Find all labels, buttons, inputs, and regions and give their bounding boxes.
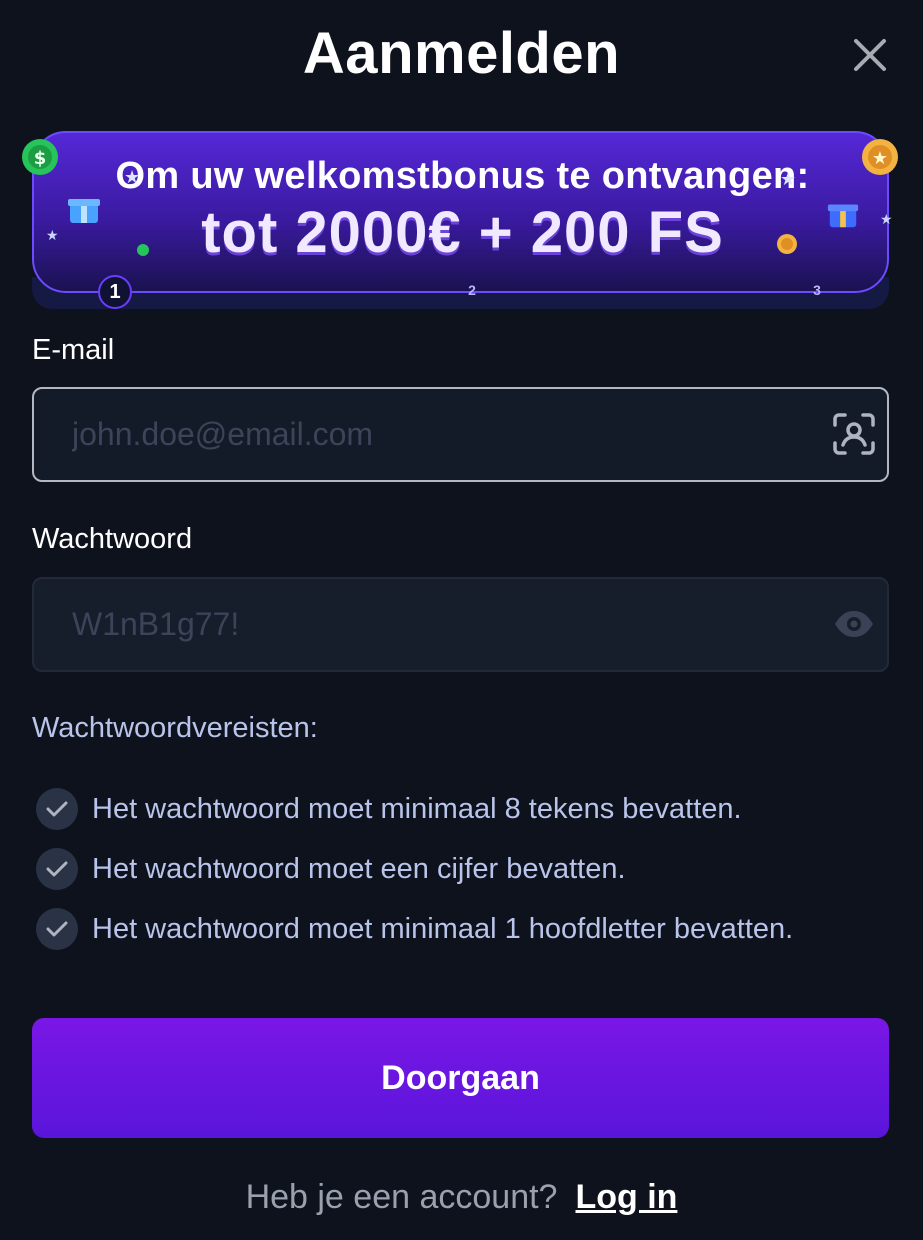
continue-button[interactable]: Doorgaan (32, 1018, 889, 1138)
password-field-wrapper (32, 577, 889, 672)
sparkle-icon: ★ (880, 211, 893, 227)
password-label: Wachtwoord (32, 523, 193, 555)
page-title: Aanmelden (302, 21, 621, 86)
small-coin-icon (777, 234, 797, 254)
dollar-coin-icon: $ (22, 139, 58, 175)
bonus-step-2: 2 (468, 282, 476, 298)
login-prompt: Heb je een account? Log in (0, 1178, 923, 1217)
requirement-item: Het wachtwoord moet minimaal 8 tekens be… (36, 788, 742, 830)
requirement-item: Het wachtwoord moet minimaal 1 hoofdlett… (36, 908, 793, 950)
close-button[interactable] (853, 38, 887, 72)
bonus-amount-text: tot 2000€ + 200 FS (201, 200, 724, 265)
bonus-intro-text: Om uw welkomstbonus te ontvangen: (115, 155, 810, 197)
close-icon (854, 39, 886, 71)
welcome-bonus-banner: Om uw welkomstbonus te ontvangen: tot 20… (22, 131, 898, 309)
email-field-wrapper (32, 387, 889, 482)
requirement-text: Het wachtwoord moet minimaal 1 hoofdlett… (92, 912, 794, 945)
login-link[interactable]: Log in (575, 1178, 677, 1216)
login-prompt-text: Heb je een account? (245, 1178, 558, 1216)
star-coin-icon: ★ (862, 139, 898, 175)
eye-icon[interactable] (831, 601, 877, 647)
sparkle-icon: ★ (124, 167, 141, 187)
password-requirements-title: Wachtwoordvereisten: (32, 712, 318, 744)
email-field[interactable] (72, 389, 832, 480)
bonus-step-1: 1 (98, 275, 132, 309)
sparkle-icon: ★ (780, 169, 797, 189)
check-icon (36, 848, 78, 890)
requirement-item: Het wachtwoord moet een cijfer bevatten. (36, 848, 626, 890)
svg-text:★: ★ (872, 148, 888, 169)
gift-box-icon (827, 204, 859, 228)
check-icon (36, 908, 78, 950)
check-icon (36, 788, 78, 830)
bonus-card: Om uw welkomstbonus te ontvangen: tot 20… (32, 131, 889, 293)
requirement-text: Het wachtwoord moet minimaal 8 tekens be… (92, 792, 742, 825)
user-scan-icon[interactable] (831, 411, 877, 457)
bonus-step-3: 3 (813, 282, 821, 298)
email-label: E-mail (32, 334, 115, 366)
password-field[interactable] (72, 579, 832, 670)
requirement-text: Het wachtwoord moet een cijfer bevatten. (92, 852, 626, 885)
small-green-coin-icon (137, 244, 149, 256)
gift-box-icon (68, 199, 100, 223)
sparkle-icon: ★ (46, 227, 59, 243)
svg-text:$: $ (34, 148, 47, 169)
